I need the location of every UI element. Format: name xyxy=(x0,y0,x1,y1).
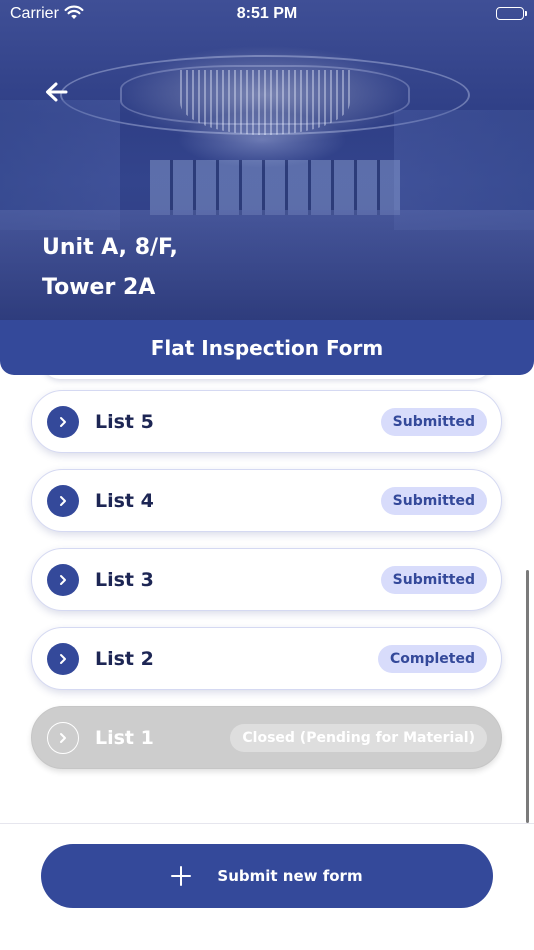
form-title-bar: Flat Inspection Form xyxy=(0,320,534,375)
unit-address: Unit A, 8/F, Tower 2A xyxy=(42,235,178,300)
list-item-name: List 1 xyxy=(95,726,154,749)
list-item-5[interactable]: List 5 Submitted xyxy=(31,390,502,453)
submit-new-form-button[interactable]: Submit new form xyxy=(41,844,493,908)
back-button[interactable] xyxy=(38,76,74,112)
list-item-3[interactable]: List 3 Submitted xyxy=(31,548,502,611)
chevron-right-icon xyxy=(47,721,79,754)
status-bar: Carrier 8:51 PM xyxy=(0,0,534,30)
status-badge: Submitted xyxy=(380,407,487,436)
chevron-right-icon xyxy=(47,484,79,517)
list-item-2[interactable]: List 2 Completed xyxy=(31,627,502,690)
chevron-right-icon xyxy=(47,563,79,596)
form-title: Flat Inspection Form xyxy=(150,335,384,360)
scrollbar[interactable] xyxy=(526,570,529,823)
chevron-right-icon xyxy=(47,642,79,675)
arrow-left-icon xyxy=(44,81,68,107)
chevron-right-icon xyxy=(47,405,79,438)
inspection-list[interactable]: List 5 Submitted List 4 Submitted List 3… xyxy=(0,375,534,825)
list-item-partial xyxy=(42,375,492,379)
plus-icon xyxy=(171,866,192,886)
status-badge: Completed xyxy=(377,644,487,673)
list-item-name: List 3 xyxy=(95,568,154,591)
list-item-1: List 1 Closed (Pending for Material) xyxy=(31,706,502,769)
list-item-name: List 2 xyxy=(95,647,154,670)
status-badge: Closed (Pending for Material) xyxy=(230,723,487,752)
status-badge: Submitted xyxy=(380,486,487,515)
battery-icon xyxy=(496,7,527,20)
list-item-name: List 4 xyxy=(95,489,154,512)
list-item-name: List 5 xyxy=(95,410,154,433)
clock: 8:51 PM xyxy=(236,5,298,22)
status-badge: Submitted xyxy=(380,565,487,594)
submit-button-label: Submit new form xyxy=(217,867,363,885)
list-item-4[interactable]: List 4 Submitted xyxy=(31,469,502,532)
